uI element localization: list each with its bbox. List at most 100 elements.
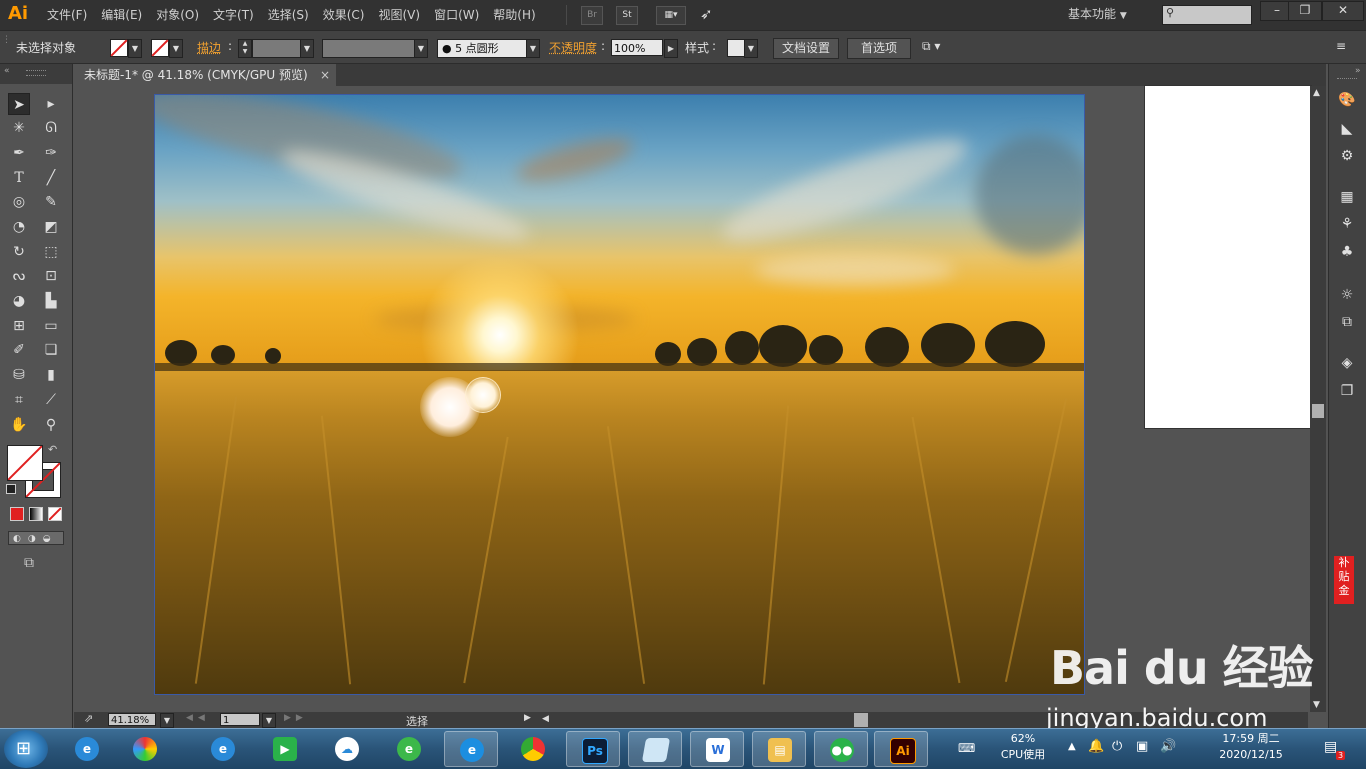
panel-menu-icon[interactable]: ≡ [1336,39,1346,53]
perspective-grid-icon[interactable]: ▙ [40,290,62,312]
stroke-panel-icon[interactable]: ☼ [1338,286,1356,304]
expand-panels-icon[interactable]: » [1355,66,1361,76]
artboard-number-field[interactable]: 1 [220,713,260,726]
close-tab-icon[interactable]: × [320,64,330,86]
rotate-tool-icon[interactable]: ↻ [8,241,30,263]
opacity-dropdown[interactable]: ▶ [664,39,678,58]
hand-tool-icon[interactable]: ✋ [8,414,30,436]
artboard-image[interactable] [154,94,1085,695]
brush-definition[interactable]: ● 5 点圆形 [437,39,527,58]
slice-tool-icon[interactable]: ⟋ [40,389,62,411]
menu-effect[interactable]: 效果(C) [316,0,372,30]
scroll-down-icon[interactable]: ▼ [1313,700,1320,710]
eyedropper-icon[interactable]: ✐ [8,339,30,361]
free-transform-icon[interactable]: ⊡ [40,265,62,287]
taskbar-chrome[interactable] [506,731,560,767]
document-tab[interactable]: 未标题-1* @ 41.18% (CMYK/GPU 预览) × [74,64,336,86]
notification-bell-icon[interactable]: 🔔 [1088,739,1104,754]
bridge-button[interactable]: Br [581,6,603,25]
menu-view[interactable]: 视图(V) [371,0,427,30]
curvature-icon[interactable]: ✑ [40,142,62,164]
fill-dropdown[interactable]: ▼ [128,39,142,58]
keyboard-icon[interactable]: ⌨ [958,741,975,755]
eraser-icon[interactable]: ◩ [40,216,62,238]
scale-tool-icon[interactable]: ⬚ [40,241,62,263]
menu-object[interactable]: 对象(O) [149,0,206,30]
color-mode-icon[interactable] [10,507,24,521]
stroke-weight-stepper[interactable]: ▲ ▼ [238,39,252,58]
color-themes-icon[interactable]: ⚙ [1338,147,1356,165]
lasso-icon[interactable]: ᘏ [40,117,62,139]
blend-tool-icon[interactable]: ❏ [40,339,62,361]
fill-swatch[interactable] [110,39,128,57]
draw-mode-icons[interactable]: ◐◑◒ [8,531,64,545]
taskbar-edge-browser[interactable]: e [444,731,498,767]
mesh-tool-icon[interactable]: ⊞ [8,315,30,337]
gradient-tool-icon[interactable]: ▭ [40,315,62,337]
prev-artboard-icons[interactable]: ◀◀ [186,713,210,723]
scroll-up-icon[interactable]: ▲ [1313,88,1320,98]
screen-mode-icon[interactable]: ⧉ [24,555,34,571]
workspace-switcher[interactable]: 基本功能 ▼ [1068,0,1127,30]
pen-tool-icon[interactable]: ✒ [8,142,30,164]
tray-expand-icon[interactable]: ▲ [1068,741,1076,752]
network-icon[interactable]: ▣ [1136,739,1148,754]
swatches-icon[interactable]: ▦ [1338,188,1356,206]
subsidy-badge[interactable]: 补贴金 [1334,556,1354,604]
artboard-tool-icon[interactable]: ⌗ [8,389,30,411]
zoom-tool-icon[interactable]: ⚲ [40,414,62,436]
stroke-label[interactable]: 描边 [197,39,221,56]
taskbar-ie[interactable]: e [60,731,114,767]
menu-help[interactable]: 帮助(H) [486,0,542,30]
direct-selection-tool-icon[interactable]: ▸ [40,93,62,115]
line-tool-icon[interactable]: ╱ [40,167,62,189]
zoom-field[interactable]: 41.18% [108,713,156,726]
menu-window[interactable]: 窗口(W) [427,0,486,30]
none-mode-icon[interactable] [48,507,62,521]
taskbar-photoshop[interactable]: Ps [566,731,620,767]
horizontal-scroll-thumb[interactable] [854,713,868,727]
collapse-icon[interactable]: « [4,66,10,76]
taskbar-illustrator[interactable]: Ai [874,731,928,767]
color-guide-icon[interactable]: ◣ [1338,120,1356,138]
power-icon[interactable]: ⏻ [1112,739,1122,754]
taskbar-baidu-netdisk[interactable]: ☁ [320,731,374,767]
opacity-field[interactable]: 100% [611,39,663,56]
cpu-monitor[interactable]: 62% CPU使用 [992,731,1054,763]
symbol-sprayer-icon[interactable]: ⛁ [8,364,30,386]
symbols-icon[interactable]: ♣ [1338,243,1356,261]
canvas-area[interactable] [74,86,1326,712]
vertical-scrollbar[interactable]: ▲ ▼ [1310,86,1326,712]
shaper-tool-icon[interactable]: ◔ [8,216,30,238]
taskbar-wps[interactable]: W [690,731,744,767]
variable-width-profile[interactable] [322,39,416,58]
menu-select[interactable]: 选择(S) [261,0,316,30]
taskbar-ie-2[interactable]: e [196,731,250,767]
taskbar-explorer[interactable]: ▤ [752,731,806,767]
scroll-left-icon[interactable]: ◀ [542,714,549,724]
artboard-dropdown[interactable]: ▼ [262,713,276,728]
system-clock[interactable]: 17:59 周二 2020/12/15 [1212,731,1290,763]
transparency-icon[interactable]: ⧉ [1338,313,1356,331]
volume-icon[interactable]: 🔊 [1160,739,1176,754]
taskbar-video-player[interactable]: ▶ [258,731,312,767]
search-input[interactable]: ⚲ [1162,5,1252,25]
gpu-rocket-icon[interactable]: ➶ [700,5,713,23]
stroke-weight-field[interactable] [252,39,302,58]
brush-dropdown[interactable]: ▼ [526,39,540,58]
width-tool-icon[interactable]: ᔓ [8,265,30,287]
menu-type[interactable]: 文字(T) [206,0,261,30]
zoom-dropdown[interactable]: ▼ [160,713,174,728]
close-button[interactable]: ✕ [1322,1,1364,21]
paintbrush-icon[interactable]: ✎ [40,191,62,213]
magic-wand-icon[interactable]: ✳ [8,117,30,139]
swap-fill-stroke-icon[interactable]: ↶ [48,443,57,456]
start-button[interactable]: ⊞ [4,730,48,768]
preferences-button[interactable]: 首选项 [847,38,911,59]
column-graph-icon[interactable]: ▮ [40,364,62,386]
artboards-icon[interactable]: ❐ [1338,382,1356,400]
restore-button[interactable]: ❐ [1288,1,1322,21]
selection-tool-icon[interactable]: ➤ [8,93,30,115]
rectangle-tool-icon[interactable]: ◎ [8,191,30,213]
shape-builder-icon[interactable]: ◕ [8,290,30,312]
